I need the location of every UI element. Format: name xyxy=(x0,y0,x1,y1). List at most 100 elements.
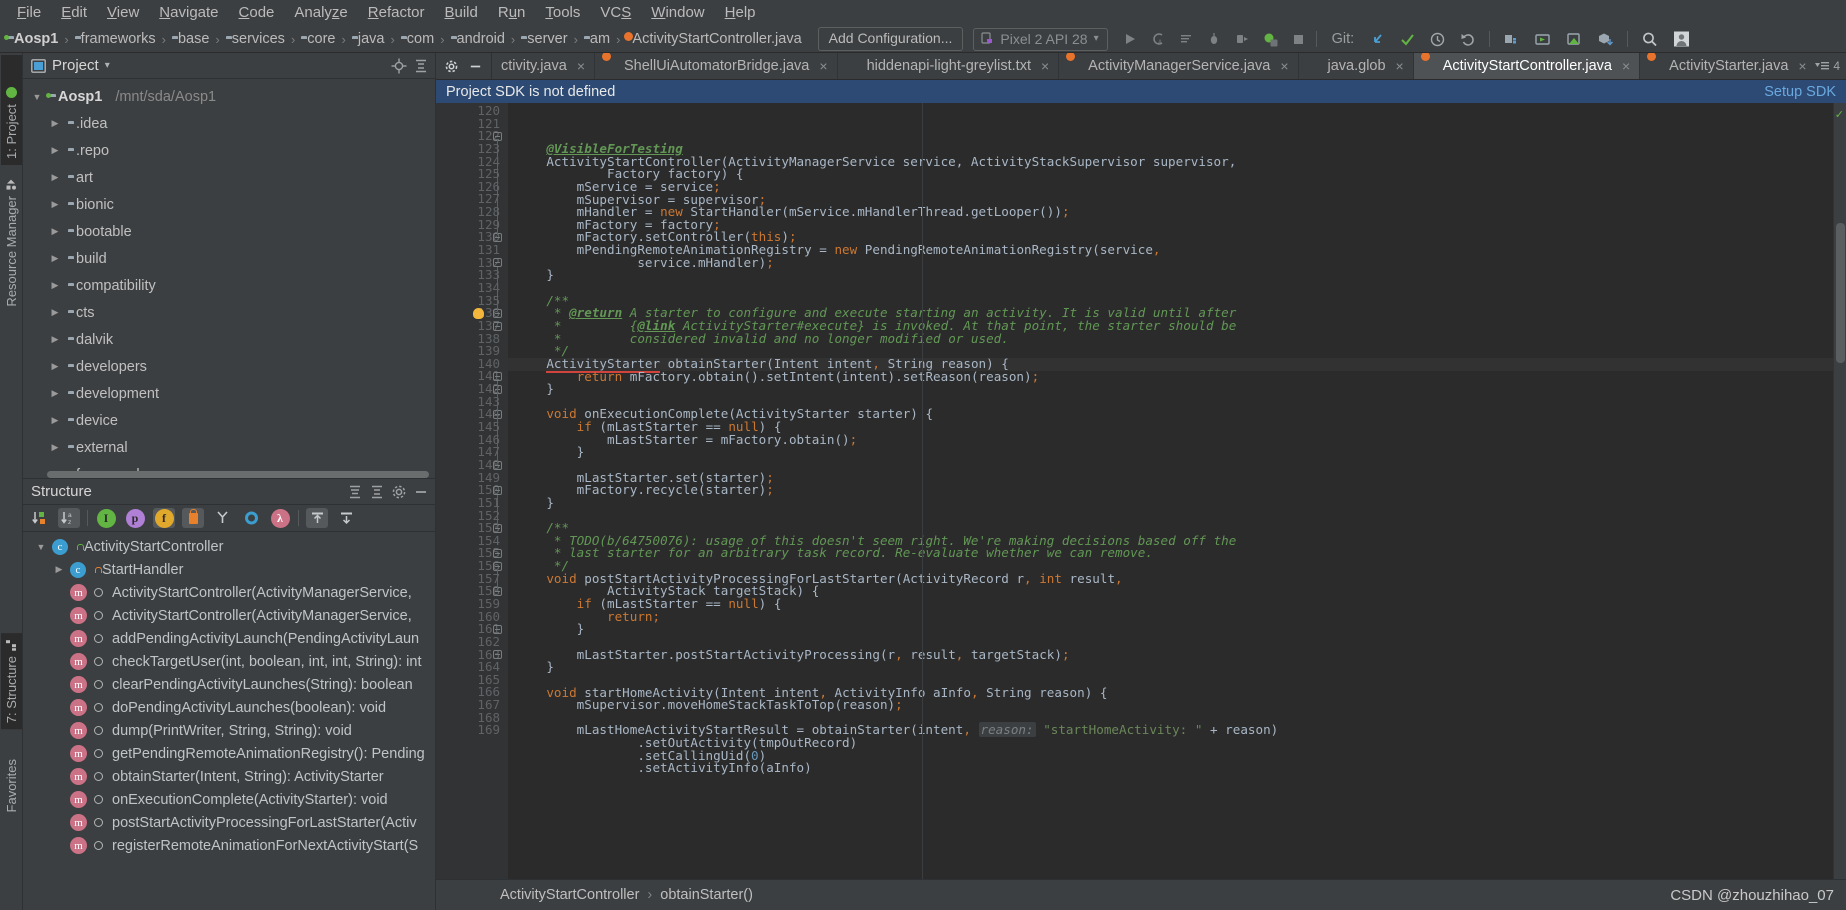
breadcrumb-item-activitystartcontroller-java[interactable]: ActivityStartController.java xyxy=(624,31,803,47)
menu-item-analyze[interactable]: Analyze xyxy=(285,2,356,25)
collapse-all-icon[interactable] xyxy=(369,484,385,500)
breadcrumb-item-am[interactable]: am xyxy=(582,31,612,47)
structure-item[interactable]: m checkTargetUser(int, boolean, int, int,… xyxy=(23,650,435,673)
fold-toggle-icon[interactable] xyxy=(493,321,502,331)
menu-item-vcs[interactable]: VCS xyxy=(591,2,640,25)
code-line[interactable]: mLastStarter = mFactory.obtain(); xyxy=(508,433,1846,447)
menu-item-edit[interactable]: Edit xyxy=(52,2,96,25)
rollback-icon[interactable] xyxy=(1459,31,1476,48)
chevron-down-icon[interactable]: ▾ xyxy=(1094,33,1099,44)
add-configuration-button[interactable]: Add Configuration... xyxy=(817,27,964,51)
tree-item-developers[interactable]: ▶ developers xyxy=(23,353,435,380)
chevron-down-icon[interactable] xyxy=(1815,60,1830,72)
tree-item-art[interactable]: ▶ art xyxy=(23,164,435,191)
menu-item-build[interactable]: Build xyxy=(435,2,486,25)
menu-item-window[interactable]: Window xyxy=(642,2,713,25)
code-text[interactable]: @VisibleForTesting ActivityStartControll… xyxy=(508,103,1846,910)
stripe-button-structure[interactable]: 7: Structure xyxy=(1,633,22,730)
line-number-gutter[interactable]: 120 121 122 123 124 125 126 127 128 129 130 131 132 1… xyxy=(436,103,508,910)
chevron-right-icon[interactable]: ▶ xyxy=(49,334,61,345)
fold-toggle-icon[interactable] xyxy=(493,625,502,635)
code-line[interactable]: } xyxy=(508,661,1846,674)
setup-sdk-link[interactable]: Setup SDK xyxy=(1764,84,1836,100)
intention-bulb-icon[interactable] xyxy=(473,307,484,319)
collapse-all-icon[interactable] xyxy=(335,508,357,528)
tree-item-aosp1[interactable]: ▼ Aosp1/mnt/sda/Aosp1 xyxy=(23,83,435,110)
editor-tab-activitystartcontroller-java[interactable]: ActivityStartController.java × xyxy=(1413,53,1641,79)
structure-tree[interactable]: ▼ c ActivityStartController ▶ c StartHandler m… xyxy=(23,532,435,857)
history-icon[interactable] xyxy=(1429,31,1446,48)
settings-icon[interactable] xyxy=(444,59,459,74)
stripe-button-favorites[interactable]: Favorites xyxy=(1,753,22,818)
commit-icon[interactable] xyxy=(1399,31,1416,48)
code-line[interactable]: } xyxy=(508,269,1846,282)
show-non-public-icon[interactable] xyxy=(182,508,204,528)
profile-icon[interactable] xyxy=(1178,31,1194,47)
show-fields-icon[interactable]: f xyxy=(153,508,175,528)
editor-marker-gutter[interactable]: ✓ xyxy=(1833,103,1846,910)
sort-alphabetically-icon[interactable]: az xyxy=(58,508,80,528)
avatar-icon[interactable] xyxy=(1672,30,1691,48)
editor-vertical-scrollbar[interactable] xyxy=(1836,223,1845,363)
breadcrumb-item-base[interactable]: base xyxy=(170,31,211,47)
collapse-all-icon[interactable] xyxy=(413,58,429,74)
code-editor[interactable]: 120 121 122 123 124 125 126 127 128 129 130 131 132 1… xyxy=(436,103,1846,910)
close-icon[interactable]: × xyxy=(577,58,585,74)
code-line[interactable]: mLastStarter.postStartActivityProcessing… xyxy=(508,648,1846,662)
breadcrumb-item-core[interactable]: core xyxy=(299,31,337,47)
code-line[interactable] xyxy=(508,510,1846,523)
close-icon[interactable]: × xyxy=(1622,58,1630,74)
structure-item[interactable]: m clearPendingActivityLaunches(String): b… xyxy=(23,673,435,696)
chevron-right-icon[interactable]: ▶ xyxy=(49,253,61,264)
breadcrumb-item-com[interactable]: com xyxy=(399,31,436,47)
code-line[interactable] xyxy=(508,282,1846,295)
menu-item-navigate[interactable]: Navigate xyxy=(150,2,227,25)
code-line[interactable]: } xyxy=(508,446,1846,459)
structure-item[interactable]: m dump(PrintWriter, String, String): void xyxy=(23,719,435,742)
sdk-manager-icon[interactable] xyxy=(1503,31,1521,48)
breadcrumb-method[interactable]: obtainStarter() xyxy=(660,887,753,903)
menu-item-refactor[interactable]: Refactor xyxy=(359,2,434,25)
tree-item-device[interactable]: ▶ device xyxy=(23,407,435,434)
breadcrumb-item-server[interactable]: server xyxy=(519,31,569,47)
code-line[interactable]: mSupervisor.moveHomeStackTaskToTop(reaso… xyxy=(508,698,1846,712)
structure-item[interactable]: m obtainStarter(Intent, String): Activity… xyxy=(23,765,435,788)
chevron-right-icon[interactable]: ▶ xyxy=(49,415,61,426)
run-device-icon[interactable] xyxy=(1565,31,1583,48)
debug-icon[interactable] xyxy=(1206,31,1222,47)
show-lambdas-icon[interactable]: λ xyxy=(269,508,291,528)
code-line[interactable]: * considered invalid and no longer modif… xyxy=(508,332,1846,346)
editor-tab-overflow[interactable]: 4 xyxy=(1809,53,1846,79)
chevron-right-icon[interactable]: ▶ xyxy=(49,361,61,372)
breadcrumb-item-frameworks[interactable]: frameworks xyxy=(73,31,158,47)
hide-icon[interactable] xyxy=(468,59,483,74)
chevron-right-icon[interactable]: ▶ xyxy=(49,145,61,156)
hide-icon[interactable] xyxy=(413,484,429,500)
code-line[interactable]: } xyxy=(508,382,1846,396)
structure-item[interactable]: ▶ c StartHandler xyxy=(23,558,435,581)
device-selector[interactable]: Pixel 2 API 28 ▾ xyxy=(973,27,1108,51)
code-line[interactable]: * last starter for an arbitrary task rec… xyxy=(508,547,1846,560)
chevron-right-icon[interactable]: ▶ xyxy=(49,307,61,318)
show-properties-icon[interactable]: p xyxy=(124,508,146,528)
breadcrumb-class[interactable]: ActivityStartController xyxy=(500,887,639,903)
android-device-monitor-icon[interactable] xyxy=(1262,31,1279,48)
fold-toggle-icon[interactable] xyxy=(493,650,502,660)
menu-item-run[interactable]: Run xyxy=(489,2,535,25)
avd-manager-icon[interactable] xyxy=(1534,31,1552,48)
menu-item-view[interactable]: View xyxy=(98,2,148,25)
editor-tab-ctivity-java[interactable]: ctivity.java × xyxy=(492,53,595,79)
structure-item[interactable]: m addPendingActivityLaunch(PendingActivit… xyxy=(23,627,435,650)
structure-item[interactable]: ▼ c ActivityStartController xyxy=(23,535,435,558)
structure-item[interactable]: m getPendingRemoteAnimationRegistry(): Pe… xyxy=(23,742,435,765)
close-icon[interactable]: × xyxy=(1280,58,1288,74)
structure-item[interactable]: m ActivityStartController(ActivityManager… xyxy=(23,581,435,604)
code-line[interactable]: } xyxy=(508,623,1846,636)
editor-tab-activitymanagerservice-java[interactable]: ActivityManagerService.java × xyxy=(1059,53,1299,79)
menu-item-tools[interactable]: Tools xyxy=(536,2,589,25)
locate-icon[interactable] xyxy=(391,58,407,74)
close-icon[interactable]: × xyxy=(1041,58,1049,74)
tree-item-build[interactable]: ▶ build xyxy=(23,245,435,272)
editor-tab-shelluiautomatorbridge-java[interactable]: ShellUiAutomatorBridge.java × xyxy=(595,53,838,79)
attach-debugger-icon[interactable] xyxy=(1234,31,1250,47)
